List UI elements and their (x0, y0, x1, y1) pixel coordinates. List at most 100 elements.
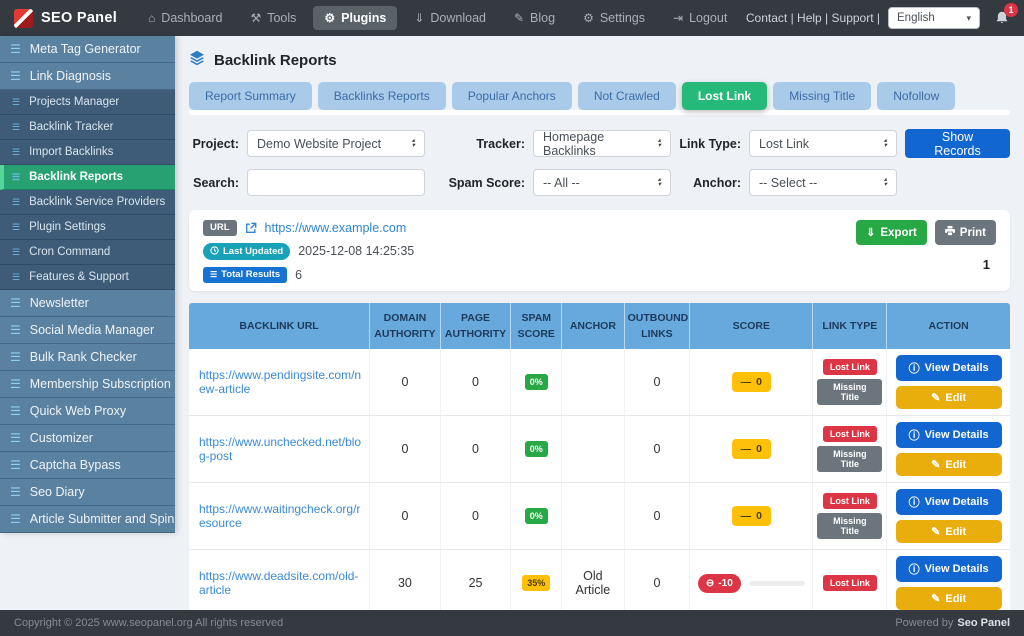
tab-not-crawled[interactable]: Not Crawled (578, 82, 676, 110)
nav-item-settings[interactable]: ⚙Settings (572, 6, 656, 30)
tab-lost-link[interactable]: Lost Link (682, 82, 767, 110)
logout-icon: ⇥ (673, 12, 683, 24)
view-details-button[interactable]: ⓘView Details (896, 556, 1002, 582)
sidebar-item-features-support[interactable]: ☰Features & Support (0, 265, 175, 290)
print-button[interactable]: Print (935, 220, 996, 245)
tab-popular-anchors[interactable]: Popular Anchors (452, 82, 572, 110)
project-select[interactable]: Demo Website Project ▴▾ (247, 130, 425, 157)
pencil-icon: ✎ (931, 391, 940, 404)
tab-missing-title[interactable]: Missing Title (773, 82, 871, 110)
nav-item-tools[interactable]: ⚒Tools (239, 6, 307, 30)
pagination-page[interactable]: 1 (983, 257, 996, 272)
navbar-link-help[interactable]: Help (797, 11, 822, 25)
tab-report-summary[interactable]: Report Summary (189, 82, 312, 110)
sidebar-item-seo-diary[interactable]: ☰Seo Diary (0, 479, 175, 506)
spam-score-select[interactable]: -- All -- ▴▾ (533, 169, 671, 196)
sidebar-item-backlink-reports[interactable]: ☰Backlink Reports (0, 165, 175, 190)
nav-item-download[interactable]: ⇓Download (403, 6, 497, 30)
spam-score-cell: 0% (511, 416, 562, 483)
backlink-url-link[interactable]: https://www.pendingsite.com/new-article (199, 368, 361, 396)
sidebar-item-link-diagnosis[interactable]: ☰Link Diagnosis (0, 63, 175, 90)
select-arrows-icon: ▴▾ (658, 178, 661, 187)
nav-item-dashboard[interactable]: ⌂Dashboard (137, 6, 233, 30)
edit-button[interactable]: ✎Edit (896, 587, 1002, 610)
table-row: https://www.waitingcheck.org/resource000… (189, 483, 1010, 550)
brand-name: SEO Panel (41, 10, 117, 26)
sidebar-item-label: Bulk Rank Checker (30, 350, 137, 364)
domain-authority-cell: 0 (370, 416, 441, 483)
view-details-button[interactable]: ⓘView Details (896, 355, 1002, 381)
view-details-button[interactable]: ⓘView Details (896, 489, 1002, 515)
sidebar-item-cron-command[interactable]: ☰Cron Command (0, 240, 175, 265)
edit-button[interactable]: ✎Edit (896, 386, 1002, 409)
nav-item-plugins[interactable]: ⚙Plugins (313, 6, 397, 30)
sidebar-item-projects-manager[interactable]: ☰Projects Manager (0, 90, 175, 115)
sidebar-item-bulk-rank-checker[interactable]: ☰Bulk Rank Checker (0, 344, 175, 371)
menu-lines-icon: ☰ (10, 432, 21, 444)
action-cell: ⓘView Details ✎Edit (887, 550, 1010, 610)
anchor-select[interactable]: -- Select -- ▴▾ (749, 169, 897, 196)
nav-item-blog[interactable]: ✎Blog (503, 6, 566, 30)
brand[interactable]: SEO Panel (14, 9, 117, 28)
sidebar-item-customizer[interactable]: ☰Customizer (0, 425, 175, 452)
url-badge: URL (203, 220, 237, 236)
navbar-link-support[interactable]: Support (832, 11, 874, 25)
powered-brand: Seo Panel (957, 617, 1010, 629)
spam-score-badge: 0% (525, 441, 548, 457)
sidebar-item-backlink-tracker[interactable]: ☰Backlink Tracker (0, 115, 175, 140)
nav-item-logout[interactable]: ⇥Logout (662, 6, 738, 30)
export-button[interactable]: ⇓ Export (856, 220, 927, 245)
search-input[interactable] (257, 176, 415, 190)
backlink-url-link[interactable]: https://www.unchecked.net/blog-post (199, 435, 361, 463)
sidebar-item-social-media-manager[interactable]: ☰Social Media Manager (0, 317, 175, 344)
sidebar-item-label: Captcha Bypass (30, 458, 121, 472)
url-line: URL https://www.example.com (203, 220, 414, 236)
show-records-button[interactable]: Show Records (905, 129, 1010, 158)
notifications-bell[interactable]: 1 (994, 10, 1010, 26)
outbound-links-cell: 0 (624, 483, 690, 550)
sidebar-item-backlink-service-providers[interactable]: ☰Backlink Service Providers (0, 190, 175, 215)
sidebar-item-import-backlinks[interactable]: ☰Import Backlinks (0, 140, 175, 165)
column-header-backlink-url: BACKLINK URL (189, 303, 370, 350)
sidebar-item-captcha-bypass[interactable]: ☰ Captcha Bypass (0, 452, 175, 479)
sidebar-item-meta-tag-generator[interactable]: ☰Meta Tag Generator (0, 36, 175, 63)
navbar-links: Contact | Help | Support | (746, 11, 880, 25)
navbar-link-contact[interactable]: Contact (746, 11, 787, 25)
report-url-link[interactable]: https://www.example.com (265, 221, 407, 235)
backlink-url-link[interactable]: https://www.waitingcheck.org/resource (199, 502, 360, 530)
menu-lines-icon: ☰ (10, 324, 21, 336)
sidebar-item-newsletter[interactable]: ☰Newsletter (0, 290, 175, 317)
language-select[interactable]: English ▾ (888, 7, 980, 29)
sidebar-item-plugin-settings[interactable]: ☰Plugin Settings (0, 215, 175, 240)
spam-score-cell: 0% (511, 349, 562, 416)
linktype-label: Link Type: (679, 137, 741, 151)
edit-button[interactable]: ✎Edit (896, 520, 1002, 543)
tracker-select[interactable]: Homepage Backlinks ▴▾ (533, 130, 671, 157)
backlink-url-link[interactable]: https://www.deadsite.com/old-article (199, 569, 358, 597)
minus-circle-icon: ⊖ (706, 578, 714, 589)
select-arrows-icon: ▴▾ (412, 139, 415, 148)
sidebar-item-article-submitter-and-spinner[interactable]: ☰Article Submitter and Spinner (0, 506, 175, 533)
menu-lines-icon: ☰ (10, 70, 21, 82)
sidebar: ☰Meta Tag Generator☰Link Diagnosis☰Proje… (0, 36, 175, 533)
link-type-badge-lost-link: Lost Link (823, 575, 877, 591)
view-details-button[interactable]: ⓘView Details (896, 422, 1002, 448)
tabbar-underline (189, 110, 1010, 115)
pencil-icon: ✎ (931, 525, 940, 538)
sidebar-item-label: Membership Subscription (30, 377, 171, 391)
nav-item-label: Plugins (341, 11, 386, 25)
search-field (247, 169, 425, 196)
sidebar-item-label: Article Submitter and Spinner (30, 512, 175, 526)
linktype-select[interactable]: Lost Link ▴▾ (749, 130, 897, 157)
link-type-cell: Lost LinkMissing Title (813, 349, 887, 416)
outbound-links-cell: 0 (624, 349, 690, 416)
link-type-badge-missing-title: Missing Title (817, 446, 882, 472)
edit-button[interactable]: ✎Edit (896, 453, 1002, 476)
menu-lines-icon: ☰ (10, 459, 21, 471)
tab-nofollow[interactable]: Nofollow (877, 82, 955, 110)
sidebar-item-membership-subscription[interactable]: ☰Membership Subscription (0, 371, 175, 398)
sidebar-item-quick-web-proxy[interactable]: ☰Quick Web Proxy (0, 398, 175, 425)
page-authority-cell: 0 (440, 416, 511, 483)
tab-backlinks-reports[interactable]: Backlinks Reports (318, 82, 446, 110)
sidebar-item-label: Quick Web Proxy (30, 404, 126, 418)
